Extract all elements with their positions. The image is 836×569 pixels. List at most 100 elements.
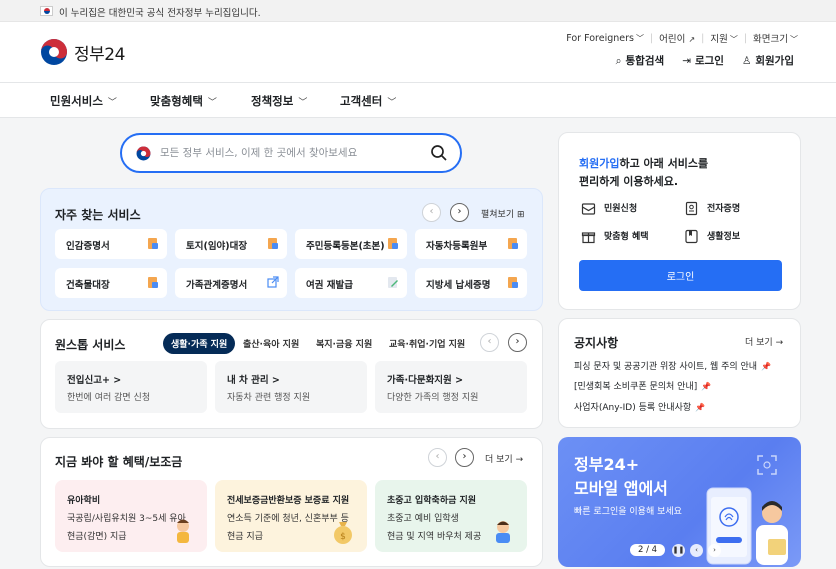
frequent-title: 자주 찾는 서비스 xyxy=(55,208,141,222)
prev-button[interactable]: ‹ xyxy=(480,333,499,352)
next-button[interactable]: › xyxy=(508,333,527,352)
logo[interactable]: 정부24 xyxy=(40,37,125,67)
svg-text:$: $ xyxy=(340,532,346,542)
benefits-more-link[interactable]: 더 보기 → xyxy=(485,452,523,465)
tab-childcare-support[interactable]: 출산·육아 지원 xyxy=(243,337,299,350)
prev-button[interactable]: ‹ xyxy=(428,448,447,467)
person-illustration-icon xyxy=(756,501,788,565)
service-custom-benefits[interactable]: 맞춤형 혜택 xyxy=(581,229,649,244)
user-add-icon: ♙ xyxy=(741,55,752,67)
utility-menu: For Foreigners ﹀ | 어린이 ↗ | 지원 ﹀ | 화면크기 ﹀ xyxy=(566,31,798,46)
next-button[interactable]: › xyxy=(708,544,721,557)
nav-policy-info[interactable]: 정책정보 ﹀ xyxy=(251,93,307,109)
search-button[interactable] xyxy=(430,144,448,162)
document-icon xyxy=(148,277,158,288)
header: 정부24 For Foreigners ﹀ | 어린이 ↗ | 지원 ﹀ | 화면크… xyxy=(0,22,836,82)
tab-welfare-support[interactable]: 복지·금융 지원 xyxy=(316,337,372,350)
promo-pager: 2 / 4 xyxy=(630,544,666,556)
search-icon xyxy=(431,145,447,161)
login-card: 회원가입하고 아래 서비스를 편리하게 이용하세요. 민원신청 전자증명 맞춤형… xyxy=(558,132,801,310)
service-tile[interactable]: 토지(임야)대장 xyxy=(175,229,287,259)
service-tile[interactable]: 여권 재발급 xyxy=(295,268,407,298)
login-link[interactable]: ⇥ 로그인 xyxy=(682,53,724,68)
benefit-card[interactable]: 초중고 입학축하금 지원 초중고 예비 입학생 현금 및 지역 바우처 제공 xyxy=(375,480,527,552)
korea-flag-icon xyxy=(40,6,53,16)
taegeuk-logo-icon xyxy=(40,38,68,66)
login-button[interactable]: 로그인 xyxy=(579,260,782,291)
service-e-certificate[interactable]: 전자증명 xyxy=(684,201,740,216)
document-icon xyxy=(268,238,278,249)
grid-icon: ⊞ xyxy=(517,210,525,220)
onestop-item[interactable]: 가족·다문화지원 > 다양한 가족의 행정 지원 xyxy=(375,361,527,413)
font-size-menu[interactable]: 화면크기 ﹀ xyxy=(753,31,798,45)
service-civil-application[interactable]: 민원신청 xyxy=(581,201,637,216)
prev-button[interactable]: ‹ xyxy=(690,544,703,557)
promo-banner[interactable]: 정부24+ 모바일 앱에서 빠른 로그인을 이용해 보세요 2 / 4 ❚❚ ‹ … xyxy=(558,437,801,567)
nav-civil-service[interactable]: 민원서비스 ﹀ xyxy=(50,93,117,109)
service-tile[interactable]: 주민등록등본(초본) xyxy=(295,229,407,259)
student-character-icon xyxy=(496,521,510,543)
document-icon xyxy=(508,238,518,249)
service-tile[interactable]: 건축물대장 xyxy=(55,268,167,298)
taegeuk-icon xyxy=(136,146,151,161)
notice-item[interactable]: 피싱 문자 및 공공기관 위장 사이트, 웹 주의 안내 📌 xyxy=(574,359,771,372)
notice-item[interactable]: 사업자(Any-ID) 등록 안내사항 📌 xyxy=(574,400,705,413)
tab-family-support[interactable]: 생활·가족 지원 xyxy=(163,333,236,354)
notice-item[interactable]: [민생회복 소비쿠폰 문의처 안내] 📌 xyxy=(574,379,711,392)
service-life-info[interactable]: 생활정보 xyxy=(684,229,740,244)
main-search xyxy=(120,133,462,173)
certificate-icon xyxy=(685,201,698,216)
nav-custom-benefits[interactable]: 맞춤형혜택 ﹀ xyxy=(150,93,217,109)
prev-button[interactable]: ‹ xyxy=(422,203,441,222)
kids-link[interactable]: 어린이 ↗ xyxy=(659,31,695,45)
chevron-down-icon: ﹀ xyxy=(107,98,117,108)
promo-title: 정부24+ 모바일 앱에서 xyxy=(574,455,668,498)
join-link[interactable]: 회원가입 xyxy=(579,157,619,170)
service-tile[interactable]: 가족관계증명서 xyxy=(175,268,287,298)
tab-education-support[interactable]: 교육·취업·기업 지원 xyxy=(389,337,465,350)
gov-banner-text: 이 누리집은 대한민국 공식 전자정부 누리집입니다. xyxy=(59,8,261,19)
integrated-search-button[interactable]: ⌕ 통합검색 xyxy=(616,53,665,68)
header-actions: ⌕ 통합검색 ⇥ 로그인 ♙ 회원가입 xyxy=(616,53,794,68)
onestop-title: 원스톱 서비스 xyxy=(55,338,126,352)
pin-icon: 📌 xyxy=(761,362,772,371)
notice-more-link[interactable]: 더 보기 → xyxy=(745,335,783,348)
search-icon: ⌕ xyxy=(615,55,622,67)
next-button[interactable]: › xyxy=(450,203,469,222)
service-tile[interactable]: 지방세 납세증명 xyxy=(415,268,527,298)
join-link[interactable]: ♙ 회원가입 xyxy=(742,53,794,68)
document-icon xyxy=(508,277,518,288)
main-nav: 민원서비스 ﹀ 맞춤형혜택 ﹀ 정책정보 ﹀ 고객센터 ﹀ xyxy=(0,82,836,118)
chevron-down-icon: ﹀ xyxy=(207,98,217,108)
login-icon: ⇥ xyxy=(682,55,691,67)
pause-button[interactable]: ❚❚ xyxy=(672,544,685,557)
for-foreigners-link[interactable]: For Foreigners ﹀ xyxy=(566,33,644,44)
external-link-icon xyxy=(267,276,279,288)
document-icon xyxy=(148,238,158,249)
support-menu[interactable]: 지원 ﹀ xyxy=(710,31,737,45)
nav-customer-center[interactable]: 고객센터 ﹀ xyxy=(340,93,396,109)
search-input[interactable] xyxy=(160,144,420,162)
logo-text: 정부24 xyxy=(74,44,125,65)
onestop-item[interactable]: 전입신고+ > 한번에 여러 감면 신청 xyxy=(55,361,207,413)
pin-icon: 📌 xyxy=(695,403,706,412)
benefit-card[interactable]: 전세보증금반환보증 보증료 지원 연소득 기준에 청년, 신혼부부 등 현금 지… xyxy=(215,480,367,552)
edit-document-icon xyxy=(388,277,398,288)
onestop-services: 원스톱 서비스 생활·가족 지원 출산·육아 지원 복지·금융 지원 교육·취업… xyxy=(40,319,543,429)
service-tile[interactable]: 자동차등록원부 xyxy=(415,229,527,259)
gov-banner: 이 누리집은 대한민국 공식 전자정부 누리집입니다. xyxy=(0,0,836,22)
benefit-card[interactable]: 유아학비 국공립/사립유치원 3~5세 유아 현금(감면) 지급 xyxy=(55,480,207,552)
next-button[interactable]: › xyxy=(455,448,474,467)
money-bag-icon: $ xyxy=(334,522,352,544)
mail-icon xyxy=(581,203,596,215)
benefits-title: 지금 봐야 할 혜택/보조금 xyxy=(55,455,183,469)
onestop-item[interactable]: 내 차 관리 > 자동차 관련 행정 지원 xyxy=(215,361,367,413)
expand-link[interactable]: 펼쳐보기 ⊞ xyxy=(481,207,525,220)
book-icon xyxy=(685,229,698,244)
login-message: 회원가입하고 아래 서비스를 편리하게 이용하세요. xyxy=(579,157,709,188)
scan-icon xyxy=(757,455,777,475)
service-tile[interactable]: 인감증명서 xyxy=(55,229,167,259)
child-character-icon xyxy=(177,519,189,543)
notice-title: 공지사항 xyxy=(574,336,619,350)
notice-section: 공지사항 더 보기 → 피싱 문자 및 공공기관 위장 사이트, 웹 주의 안내… xyxy=(558,318,801,428)
